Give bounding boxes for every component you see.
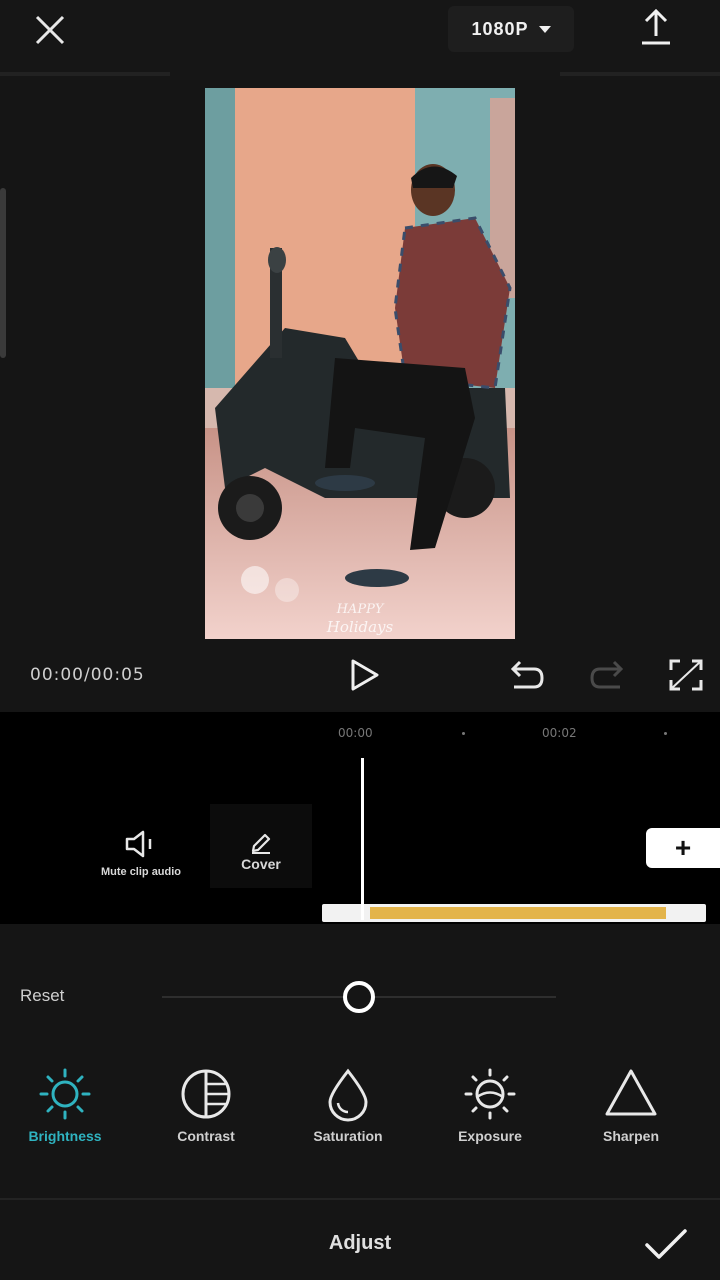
export-icon xyxy=(642,8,670,45)
reset-button[interactable]: Reset xyxy=(20,986,64,1006)
plus-icon: + xyxy=(674,832,692,863)
redo-icon xyxy=(590,660,624,689)
sharpen-label: Sharpen xyxy=(602,1128,659,1144)
exposure-icon xyxy=(464,1068,516,1120)
tick-dot xyxy=(664,732,667,735)
timecode: 00:00/00:05 xyxy=(30,665,145,685)
triangle-icon xyxy=(605,1069,657,1116)
divider xyxy=(0,1198,720,1200)
speaker-icon xyxy=(125,830,152,858)
exposure-label: Exposure xyxy=(458,1128,522,1144)
play-button[interactable] xyxy=(344,655,384,695)
exposure-tool[interactable]: Exposure xyxy=(430,1066,550,1144)
cover-tool[interactable]: Cover xyxy=(210,828,312,872)
top-bar: 1080P xyxy=(0,0,720,80)
saturation-label: Saturation xyxy=(313,1128,383,1144)
divider xyxy=(0,72,170,76)
mute-clip-audio-label: Mute clip audio xyxy=(100,866,182,878)
overlay-text-line1: HAPPY xyxy=(336,602,384,617)
brightness-label: Brightness xyxy=(28,1128,102,1144)
fullscreen-button[interactable] xyxy=(666,657,706,693)
close-icon xyxy=(35,15,65,45)
confirm-button[interactable] xyxy=(642,1224,690,1264)
resolution-dropdown[interactable]: 1080P xyxy=(448,6,574,52)
saturation-tool[interactable]: Saturation xyxy=(288,1066,408,1144)
video-preview[interactable]: HAPPY Holidays xyxy=(205,88,515,639)
divider xyxy=(560,72,720,76)
export-button[interactable] xyxy=(632,6,680,50)
clip-track[interactable] xyxy=(322,904,706,922)
undo-button[interactable] xyxy=(506,657,546,693)
side-drawer-handle[interactable] xyxy=(0,188,6,358)
add-clip-button[interactable]: + xyxy=(646,828,720,868)
tick-dot xyxy=(462,732,465,735)
contrast-label: Contrast xyxy=(177,1128,235,1144)
panel-title: Adjust xyxy=(328,1232,392,1254)
sun-icon xyxy=(39,1068,91,1120)
check-icon xyxy=(645,1229,687,1259)
fullscreen-icon xyxy=(669,659,703,691)
contrast-tool[interactable]: Contrast xyxy=(146,1066,266,1144)
drop-icon xyxy=(328,1068,368,1122)
mute-clip-audio-button[interactable]: Mute clip audio xyxy=(86,828,196,878)
overlay-text-line2: Holidays xyxy=(326,618,394,636)
playback-controls: 00:00/00:05 xyxy=(0,645,720,705)
play-icon xyxy=(351,659,379,691)
preview-photo xyxy=(205,88,515,639)
close-button[interactable] xyxy=(28,8,72,52)
pencil-icon xyxy=(251,833,271,854)
redo-button[interactable] xyxy=(588,657,628,693)
brightness-tool[interactable]: Brightness xyxy=(5,1066,125,1144)
time-tick: 00:02 xyxy=(542,726,577,740)
caret-down-icon xyxy=(538,25,551,33)
resolution-label: 1080P xyxy=(471,18,529,39)
playhead[interactable] xyxy=(361,758,364,920)
adjust-slider-knob[interactable] xyxy=(343,981,375,1013)
clip-trim-range[interactable] xyxy=(370,907,666,919)
cover-label: Cover xyxy=(241,856,281,872)
video-clip[interactable] xyxy=(362,800,666,902)
contrast-icon xyxy=(181,1069,231,1119)
time-tick: 00:00 xyxy=(338,726,373,740)
sharpen-tool[interactable]: Sharpen xyxy=(571,1066,691,1144)
timeline[interactable]: 00:00 00:02 Mute clip audio Cover + xyxy=(0,712,720,924)
undo-icon xyxy=(510,660,544,689)
